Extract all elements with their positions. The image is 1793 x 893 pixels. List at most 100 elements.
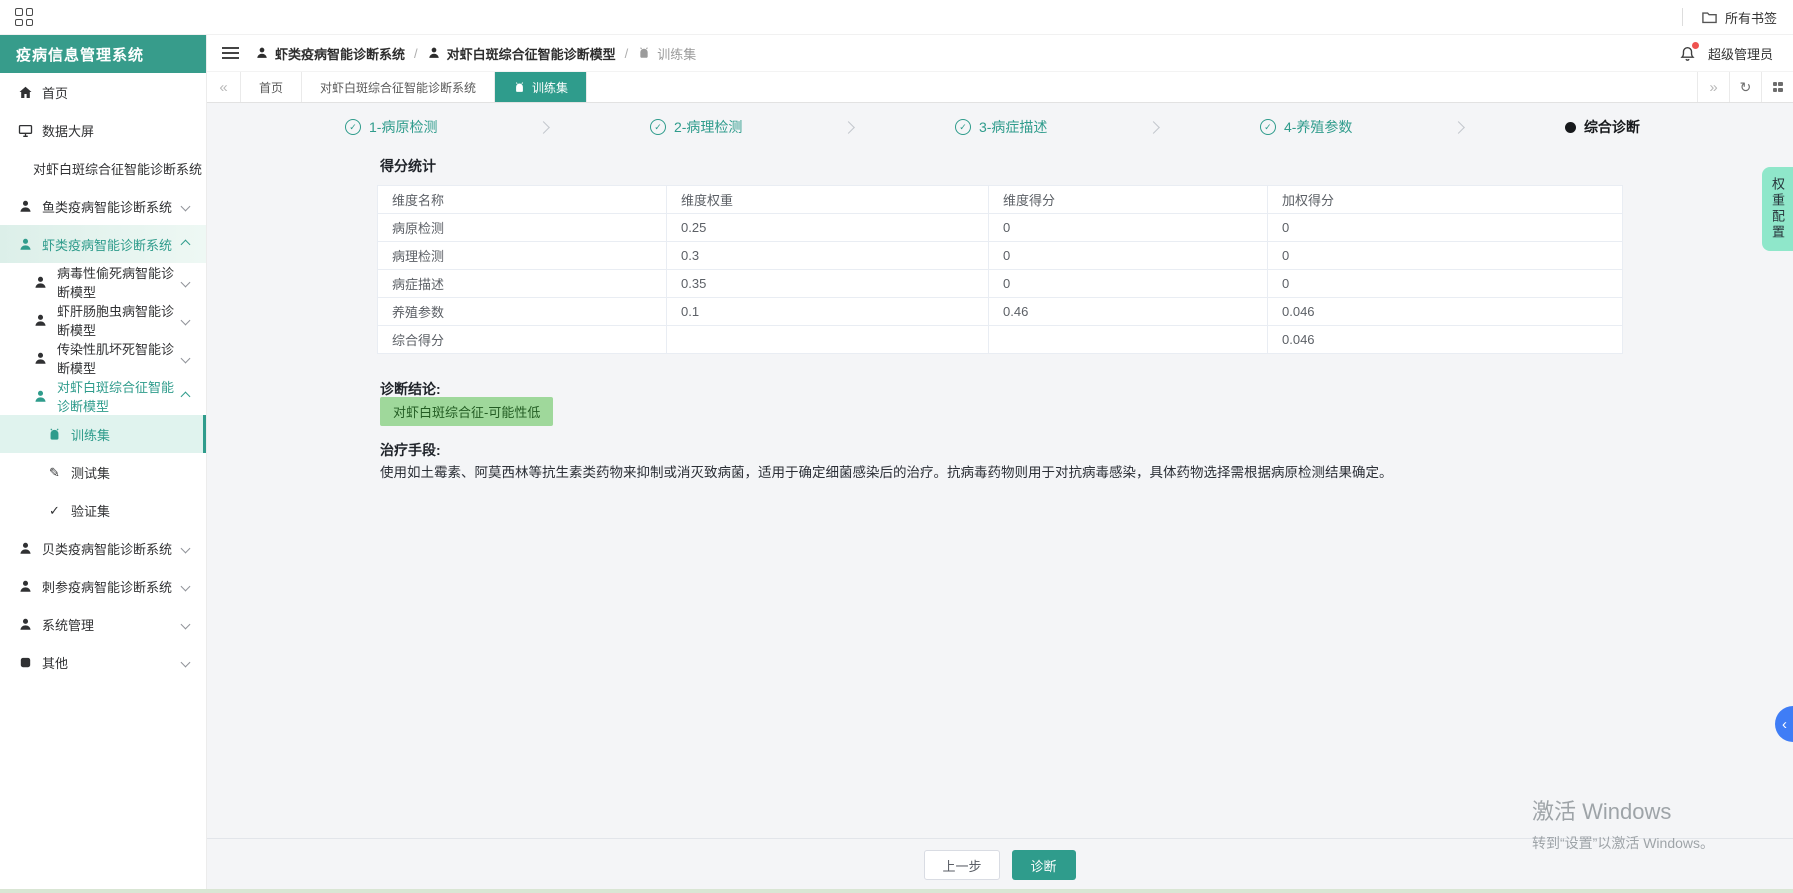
tab-wssv-system[interactable]: 对虾白斑综合征智能诊断系统 [302, 72, 496, 102]
all-bookmarks-label: 所有书签 [1724, 10, 1777, 26]
tab-label: 训练集 [532, 80, 569, 95]
treatment-text: 使用如土霉素、阿莫西林等抗生素类药物来抑制或消灭致病菌，适用于确定细菌感染后的治… [380, 465, 1393, 480]
step-arrow-icon [842, 120, 856, 134]
sidebar-item-label: 训练集 [71, 427, 111, 443]
diagnose-button[interactable]: 诊断 [1011, 850, 1076, 880]
footer-actions: 上一步 诊断 [207, 850, 1793, 880]
cell: 病理检测 [377, 241, 667, 270]
table-header-row: 维度名称 维度权重 维度得分 加权得分 [377, 185, 1623, 214]
step-arrow-icon [1147, 120, 1161, 134]
step-comprehensive-diagnosis[interactable]: 综合诊断 [1564, 117, 1640, 137]
user-icon [18, 237, 33, 252]
breadcrumb-item[interactable]: 对虾白斑综合征智能诊断模型 [447, 44, 616, 63]
sidebar-item-shellfish-system[interactable]: 贝类疫病智能诊断系统 [0, 529, 206, 567]
check-circle-icon: ✓ [954, 119, 971, 135]
sidebar-item-validation-set[interactable]: ✓ 验证集 [0, 491, 206, 529]
step-label: 3-病症描述 [978, 119, 1048, 135]
cell: 0.3 [666, 241, 989, 270]
pencil-icon: ✎ [49, 464, 60, 480]
tabs-scroll-right-icon[interactable]: » [1697, 72, 1729, 102]
cell: 病症描述 [377, 269, 667, 298]
check-circle-icon: ✓ [649, 119, 666, 135]
layout-grid-icon[interactable] [1761, 72, 1793, 102]
sidebar-item-fish-system[interactable]: 鱼类疫病智能诊断系统 [0, 187, 206, 225]
sidebar-item-shrimp-system[interactable]: 虾类疫病智能诊断系统 [0, 225, 206, 263]
monitor-icon [18, 123, 33, 138]
chevron-down-icon [180, 543, 191, 553]
cell: 0 [988, 241, 1268, 270]
refresh-icon[interactable]: ↻ [1729, 72, 1761, 102]
sidebar-item-training-set[interactable]: 训练集 [0, 415, 206, 453]
weight-config-button[interactable]: 权重配置 [1762, 167, 1793, 251]
tab-training-set[interactable]: 训练集 [495, 72, 588, 102]
tab-bar-actions: » ↻ [1697, 72, 1793, 102]
chevron-up-icon [180, 391, 191, 401]
check-icon: ✓ [49, 502, 60, 518]
step-pathogen-detection[interactable]: ✓ 1-病原检测 [345, 117, 437, 137]
chevron-down-icon [180, 581, 191, 591]
tab-bar: « 首页 对虾白斑综合征智能诊断系统 训练集 » ↻ [207, 71, 1793, 103]
sidebar-item-sea-cucumber-system[interactable]: 刺参疫病智能诊断系统 [0, 567, 206, 605]
sidebar-item-test-set[interactable]: ✎ 测试集 [0, 453, 206, 491]
sidebar-item-label: 验证集 [71, 503, 111, 519]
step-farming-parameters[interactable]: ✓ 4-养殖参数 [1259, 117, 1353, 137]
score-section-title: 得分统计 [380, 158, 436, 174]
robot-icon [513, 81, 526, 94]
chevron-down-icon [180, 277, 191, 287]
table-row: 病理检测 0.3 0 0 [377, 241, 1623, 270]
sidebar-item-label: 虾肝肠胞虫病智能诊断模型 [57, 304, 175, 338]
breadcrumb-separator: / [624, 45, 629, 61]
column-header: 维度名称 [377, 185, 667, 214]
step-label: 4-养殖参数 [1283, 119, 1353, 135]
cell [666, 325, 989, 354]
sidebar-item-label: 对虾白斑综合征智能诊断系统 [33, 161, 203, 177]
sidebar-item-wssv-system[interactable]: 对虾白斑综合征智能诊断系统 [0, 149, 206, 187]
user-icon [18, 579, 33, 594]
cell: 0.1 [666, 297, 989, 326]
cell: 0 [1267, 269, 1623, 298]
hamburger-menu-icon[interactable] [222, 43, 239, 63]
sidebar-item-viral-covert-model[interactable]: 病毒性偷死病智能诊断模型 [0, 263, 206, 301]
windows-activation-watermark: 激活 Windows 转到“设置”以激活 Windows。 [1532, 794, 1714, 853]
header-right: 超级管理员 [1679, 41, 1793, 63]
breadcrumb-item[interactable]: 虾类疫病智能诊断系统 [275, 44, 405, 63]
cell: 0 [988, 269, 1268, 298]
current-user[interactable]: 超级管理员 [1708, 44, 1773, 63]
table-row: 养殖参数 0.1 0.46 0.046 [377, 297, 1623, 326]
sidebar-item-wssv-model[interactable]: 对虾白斑综合征智能诊断模型 [0, 377, 206, 415]
step-arrow-icon [537, 120, 551, 134]
notification-badge [1691, 41, 1699, 49]
column-header: 加权得分 [1267, 185, 1623, 214]
sidebar-item-data-screen[interactable]: 数据大屏 [0, 111, 206, 149]
sidebar-item-ehp-model[interactable]: 虾肝肠胞虫病智能诊断模型 [0, 301, 206, 339]
previous-step-button[interactable]: 上一步 [924, 850, 1000, 880]
cell: 0 [988, 213, 1268, 242]
sidebar-item-label: 贝类疫病智能诊断系统 [42, 541, 173, 557]
cell: 0.046 [1267, 297, 1623, 326]
sidebar-item-other[interactable]: 其他 [0, 643, 206, 681]
user-icon [18, 199, 33, 214]
cell: 0.25 [666, 213, 989, 242]
all-bookmarks-button[interactable]: 所有书签 [1681, 8, 1793, 27]
apps-grid-icon[interactable] [15, 8, 33, 26]
robot-icon [637, 46, 651, 60]
tab-home[interactable]: 首页 [241, 72, 303, 102]
step-pathology-detection[interactable]: ✓ 2-病理检测 [649, 117, 742, 137]
cell: 病原检测 [377, 213, 667, 242]
sidebar-item-imn-model[interactable]: 传染性肌坏死智能诊断模型 [0, 339, 206, 377]
cell: 0.35 [666, 269, 989, 298]
sidebar-item-home[interactable]: 首页 [0, 73, 206, 111]
user-icon [33, 275, 48, 290]
sidebar-item-label: 传染性肌坏死智能诊断模型 [57, 342, 175, 376]
tabs-scroll-left-icon[interactable]: « [207, 72, 241, 102]
sidebar-item-system-management[interactable]: 系统管理 [0, 605, 206, 643]
notification-bell-icon[interactable] [1679, 41, 1699, 62]
chevron-down-icon [180, 201, 191, 211]
breadcrumb-separator: / [414, 45, 418, 61]
step-symptom-description[interactable]: ✓ 3-病症描述 [954, 117, 1048, 137]
user-icon [18, 541, 33, 556]
step-arrow-icon [1452, 120, 1466, 134]
user-icon [33, 313, 48, 328]
chevron-left-icon: ‹ [1782, 715, 1787, 733]
diagnosis-result-badge: 对虾白斑综合征-可能性低 [380, 397, 554, 426]
